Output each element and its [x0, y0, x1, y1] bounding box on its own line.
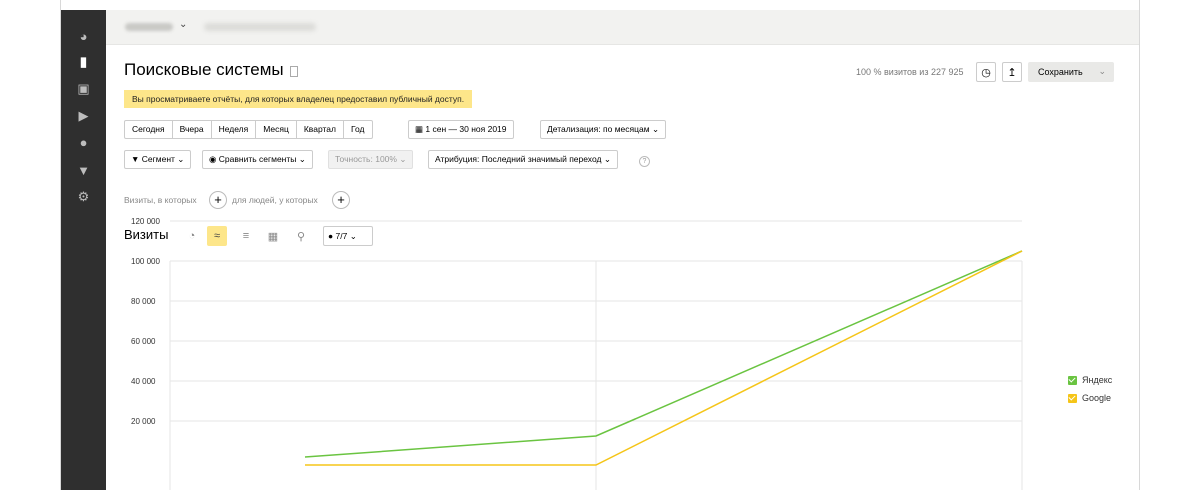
- legend-item-yandex[interactable]: Яндекс: [1068, 375, 1112, 385]
- visits-chart: 120 000 100 000 80 000 60 000 40 000 20 000: [131, 217, 1023, 490]
- y-tick-label: 40 000: [131, 377, 156, 386]
- y-tick-label: 120 000: [131, 217, 160, 226]
- y-tick-label: 100 000: [131, 257, 160, 266]
- series-line-google: [305, 250, 1023, 466]
- y-tick-label: 60 000: [131, 337, 156, 346]
- checkbox-icon: [1068, 393, 1077, 403]
- y-tick-label: 80 000: [131, 297, 156, 306]
- checkbox-icon: [1068, 375, 1077, 385]
- series-line-yandex: [304, 250, 1023, 458]
- y-tick-label: 20 000: [131, 417, 156, 426]
- legend-item-google[interactable]: Google: [1068, 393, 1111, 403]
